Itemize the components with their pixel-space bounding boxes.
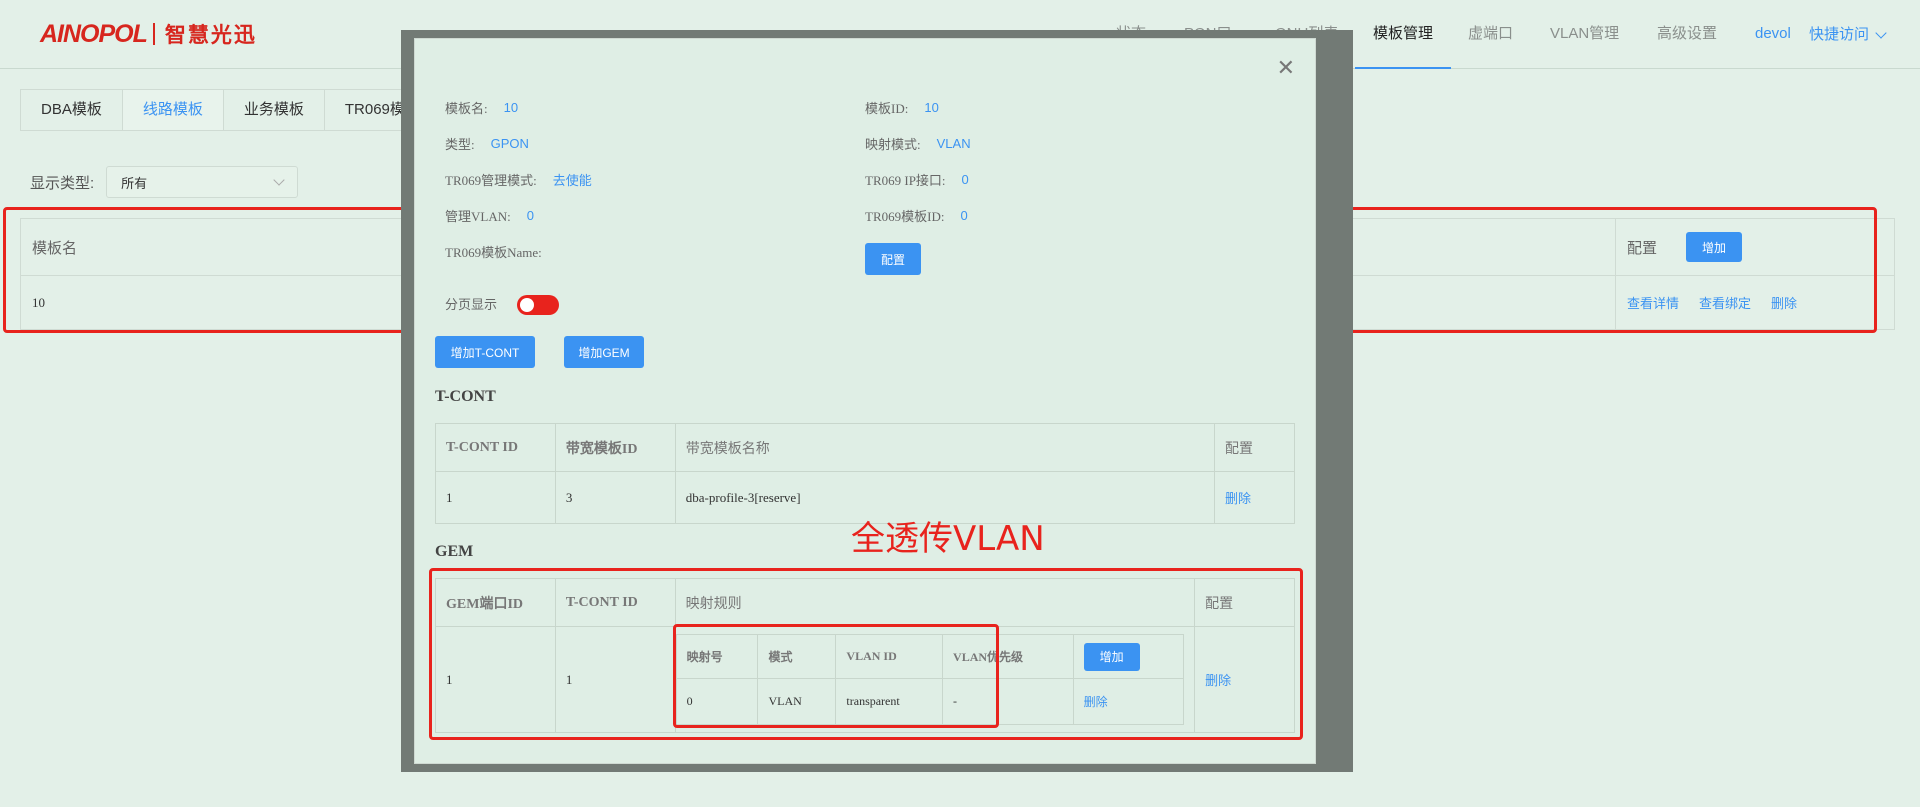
field-label: TR069 IP接口: — [865, 173, 946, 188]
display-type-value: 所有 — [121, 175, 148, 191]
field-label: 类型: — [445, 137, 475, 152]
nav-vlan-management[interactable]: VLAN管理 — [1550, 0, 1619, 69]
gem-port-id-cell: 1 — [435, 626, 556, 733]
close-icon[interactable]: ✕ — [1277, 57, 1295, 79]
add-tcont-button[interactable]: 增加T-CONT — [435, 336, 535, 368]
col-tcont-id: T-CONT ID — [554, 578, 676, 627]
tab-dba-template[interactable]: DBA模板 — [21, 90, 123, 130]
tcont-table: T-CONT ID 带宽模板ID 带宽模板名称 配置 1 3 dba-profi… — [435, 423, 1295, 524]
template-detail-modal: ✕ 模板名: 10 类型: GPON TR069管理模式: 去使能 管理VLAN… — [414, 38, 1316, 764]
col-config: 配置 — [1627, 240, 1658, 257]
column-divider — [1615, 219, 1616, 275]
col-mode: 模式 — [757, 634, 837, 679]
field-value: 0 — [526, 208, 534, 223]
tcont-id-cell: 1 — [435, 471, 556, 524]
field-tr069-template-id: TR069模板ID: 0 — [865, 206, 968, 225]
col-config: 配置 — [1194, 578, 1295, 627]
display-type-select[interactable]: 所有 — [106, 166, 299, 198]
field-tr069-template-name: TR069模板Name: — [445, 242, 558, 261]
vlan-id-cell: transparent — [835, 678, 944, 725]
chevron-down-icon — [1875, 26, 1887, 39]
field-value: 10 — [924, 100, 939, 115]
table-header-row: T-CONT ID 带宽模板ID 带宽模板名称 配置 — [435, 423, 1295, 472]
gem-tcont-id-cell: 1 — [554, 626, 676, 733]
field-value: 10 — [503, 100, 519, 115]
field-label: TR069模板ID: — [865, 209, 945, 224]
table-header-row: 映射号 模式 VLAN ID VLAN优先级 增加 — [675, 634, 1185, 679]
view-binding-link[interactable]: 查看绑定 — [1699, 293, 1751, 312]
col-vlan-priority: VLAN优先级 — [942, 634, 1074, 679]
delete-tcont-link[interactable]: 删除 — [1225, 491, 1251, 506]
field-management-vlan: 管理VLAN: 0 — [445, 206, 534, 225]
field-value: VLAN — [936, 136, 971, 151]
field-label: 模板ID: — [865, 101, 909, 116]
col-bandwidth-template-id: 带宽模板ID — [554, 423, 676, 472]
delete-link[interactable]: 删除 — [1771, 293, 1797, 312]
bandwidth-template-id-cell: 3 — [554, 471, 676, 524]
field-label: TR069模板Name: — [445, 245, 542, 260]
field-value: 0 — [960, 208, 968, 223]
table-header-row: GEM端口ID T-CONT ID 映射规则 配置 — [435, 578, 1295, 627]
add-mapping-button[interactable]: 增加 — [1083, 642, 1140, 671]
col-vlan-id: VLAN ID — [835, 634, 944, 679]
mode-cell: VLAN — [757, 678, 837, 725]
quick-access-menu[interactable]: 快捷访问 — [1809, 0, 1887, 69]
col-tcont-id: T-CONT ID — [435, 423, 556, 472]
add-gem-button[interactable]: 增加GEM — [564, 336, 644, 368]
annotation-transparent-vlan: 全透传VLAN — [851, 519, 1045, 559]
tcont-section-title: T-CONT — [435, 388, 496, 405]
add-template-button[interactable]: 增加 — [1686, 232, 1742, 262]
quick-access-label: 快捷访问 — [1809, 25, 1870, 43]
field-value: 去使能 — [552, 173, 592, 188]
delete-mapping-link[interactable]: 删除 — [1084, 695, 1108, 709]
nav-virtual-port[interactable]: 虚端口 — [1468, 0, 1513, 69]
field-label: 模板名: — [445, 101, 488, 116]
vlan-priority-cell: - — [942, 678, 1074, 725]
col-mapping-rule: 映射规则 — [674, 578, 1196, 627]
chevron-down-icon — [273, 174, 285, 186]
col-config: 配置 — [1214, 423, 1295, 472]
field-template-id: 模板ID: 10 — [865, 98, 939, 117]
field-value: GPON — [490, 136, 529, 151]
mapping-rule-table: 映射号 模式 VLAN ID VLAN优先级 增加 0 VLAN transpa… — [675, 634, 1185, 725]
table-row: 0 VLAN transparent - 删除 — [675, 678, 1185, 725]
field-tr069-mode: TR069管理模式: 去使能 — [445, 170, 592, 189]
field-label: TR069管理模式: — [445, 173, 537, 188]
field-label: 管理VLAN: — [445, 209, 511, 224]
mapping-no-cell: 0 — [675, 678, 759, 725]
col-template-name: 模板名 — [32, 240, 78, 257]
col-bandwidth-template-name: 带宽模板名称 — [674, 423, 1216, 472]
config-button[interactable]: 配置 — [865, 243, 921, 275]
paging-label: 分页显示 — [445, 294, 497, 313]
display-type-label: 显示类型: — [30, 174, 95, 192]
gem-section-title: GEM — [435, 543, 474, 560]
display-type-filter: 显示类型: 所有 — [30, 166, 299, 198]
column-divider — [1615, 276, 1616, 329]
gem-table: GEM端口ID T-CONT ID 映射规则 配置 1 1 映射号 模式 VLA… — [435, 578, 1295, 733]
paging-label-text: 分页显示 — [445, 297, 498, 312]
mapping-rule-cell: 映射号 模式 VLAN ID VLAN优先级 增加 0 VLAN transpa… — [674, 626, 1196, 733]
view-details-link[interactable]: 查看详情 — [1627, 293, 1679, 312]
delete-gem-link[interactable]: 删除 — [1205, 673, 1231, 688]
tab-service-template[interactable]: 业务模板 — [224, 90, 325, 130]
paging-toggle[interactable] — [517, 295, 559, 315]
user-name[interactable]: devol — [1755, 0, 1791, 69]
tab-line-template[interactable]: 线路模板 — [122, 90, 224, 130]
field-value: 0 — [961, 172, 969, 187]
nav-advanced-settings[interactable]: 高级设置 — [1657, 0, 1717, 69]
nav-template-management[interactable]: 模板管理 — [1355, 0, 1452, 69]
col-gem-port-id: GEM端口ID — [435, 578, 556, 627]
template-tabs: DBA模板 线路模板 业务模板 TR069模板 — [20, 89, 442, 131]
field-type: 类型: GPON — [445, 134, 529, 153]
field-tr069-ip-interface: TR069 IP接口: 0 — [865, 170, 969, 189]
col-mapping-no: 映射号 — [675, 634, 759, 679]
field-label: 映射模式: — [865, 137, 921, 152]
field-template-name: 模板名: 10 — [445, 98, 518, 117]
table-row: 1 1 映射号 模式 VLAN ID VLAN优先级 增加 0 VLAN tra… — [435, 626, 1295, 733]
template-name-cell: 10 — [32, 294, 45, 310]
field-mapping-mode: 映射模式: VLAN — [865, 134, 971, 153]
